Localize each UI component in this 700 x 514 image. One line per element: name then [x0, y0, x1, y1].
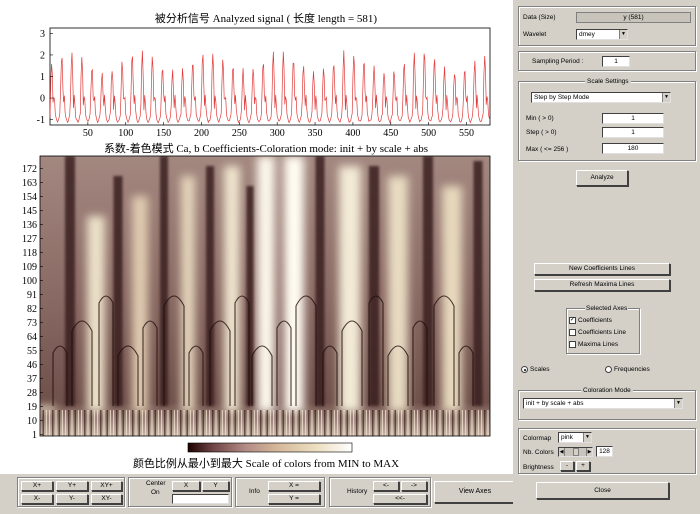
- history-first-button[interactable]: <<-: [373, 494, 427, 504]
- scale-max-label: Max ( <= 256 ): [526, 146, 569, 153]
- zoom-xy-plus-button[interactable]: XY+: [91, 481, 122, 491]
- frequencies-radio[interactable]: [605, 366, 612, 373]
- bottom-toolbar: X+ Y+ XY+ X- Y- XY- Center On X Y Info X…: [0, 474, 520, 514]
- maxima-lines-checkbox[interactable]: [569, 341, 576, 348]
- coefficients-line-checkbox-label: Coefficients Line: [578, 329, 626, 336]
- brightness-plus-button[interactable]: +: [576, 461, 590, 471]
- maxima-lines-checkbox-label: Maxima Lines: [578, 341, 619, 348]
- frequencies-radio-label: Frequencies: [614, 366, 650, 373]
- zoom-x-plus-button[interactable]: X+: [21, 481, 53, 491]
- scale-min-label: Min ( > 0): [526, 115, 554, 122]
- zoom-y-minus-button[interactable]: Y-: [56, 494, 88, 504]
- colormap-select[interactable]: pink ▼: [558, 432, 592, 443]
- coloration-mode-title: Coloration Mode: [581, 387, 633, 394]
- history-forward-button[interactable]: ->: [401, 481, 427, 491]
- history-label: History: [347, 488, 368, 495]
- coefficients-checkbox[interactable]: ✓: [569, 317, 576, 324]
- scale-step-label: Step ( > 0): [526, 129, 557, 136]
- sampling-period-label: Sampling Period :: [532, 58, 584, 65]
- chevron-down-icon: ▼: [674, 399, 682, 408]
- center-x-button[interactable]: X: [172, 481, 200, 491]
- zoom-y-plus-button[interactable]: Y+: [56, 481, 88, 491]
- info-label: Info: [249, 488, 260, 495]
- colorbar-caption: 颜色比例从最小到最大 Scale of colors from MIN to M…: [132, 458, 400, 470]
- scales-radio-label: Scales: [530, 366, 550, 373]
- zoom-xy-minus-button[interactable]: XY-: [91, 494, 122, 504]
- selected-axes-title: Selected Axes: [585, 305, 629, 312]
- zoom-x-minus-button[interactable]: X-: [21, 494, 53, 504]
- scale-max-input[interactable]: 180: [602, 143, 664, 154]
- center-y-button[interactable]: Y: [202, 481, 229, 491]
- arrow-right-icon: ▶: [586, 448, 592, 456]
- view-axes-button[interactable]: View Axes: [434, 481, 516, 503]
- wavelet-label: Wavelet: [523, 31, 547, 38]
- scale-min-input[interactable]: 1: [602, 113, 664, 124]
- refresh-maxima-lines-button[interactable]: Refresh Maxima Lines: [534, 279, 670, 291]
- wavelet-select[interactable]: dmey ▼: [576, 29, 628, 40]
- scales-radio[interactable]: [521, 366, 528, 373]
- scale-step-input[interactable]: 1: [602, 127, 664, 138]
- scale-mode-select[interactable]: Step by Step Mode ▼: [531, 92, 671, 103]
- close-button[interactable]: Close: [536, 482, 669, 499]
- analyze-button[interactable]: Analyze: [576, 170, 628, 186]
- history-back-button[interactable]: <-: [373, 481, 399, 491]
- chevron-down-icon: ▼: [583, 433, 591, 442]
- nb-colors-slider[interactable]: ◀ ▶: [558, 447, 593, 457]
- info-x-field: X =: [268, 481, 320, 491]
- data-size-label: Data (Size): [523, 14, 556, 21]
- right-control-panel: Data (Size) y (581) Wavelet dmey ▼ Sampl…: [513, 0, 700, 514]
- info-y-field: Y =: [268, 494, 320, 504]
- nb-colors-input[interactable]: 128: [596, 446, 613, 457]
- scale-settings-title: Scale Settings: [585, 78, 631, 85]
- new-coefficients-lines-button[interactable]: New Coefficients Lines: [534, 263, 670, 275]
- data-size-value: y (581): [576, 12, 691, 23]
- sampling-period-input[interactable]: 1: [602, 56, 630, 67]
- center-value-field[interactable]: [172, 494, 229, 504]
- center-on-label: On: [151, 489, 160, 496]
- slider-thumb[interactable]: [573, 448, 579, 456]
- coefficients-checkbox-label: Coefficients: [578, 317, 612, 324]
- coefficients-line-checkbox[interactable]: [569, 329, 576, 336]
- brightness-minus-button[interactable]: -: [560, 461, 574, 471]
- colormap-label: Colormap: [523, 435, 552, 442]
- arrow-left-icon: ◀: [559, 448, 565, 456]
- center-label: Center: [146, 480, 166, 487]
- chevron-down-icon: ▼: [619, 30, 627, 39]
- chevron-down-icon: ▼: [662, 93, 670, 102]
- nb-colors-label: Nb. Colors: [523, 449, 554, 456]
- coloration-mode-select[interactable]: init + by scale + abs ▼: [523, 398, 683, 409]
- brightness-label: Brightness: [523, 464, 554, 471]
